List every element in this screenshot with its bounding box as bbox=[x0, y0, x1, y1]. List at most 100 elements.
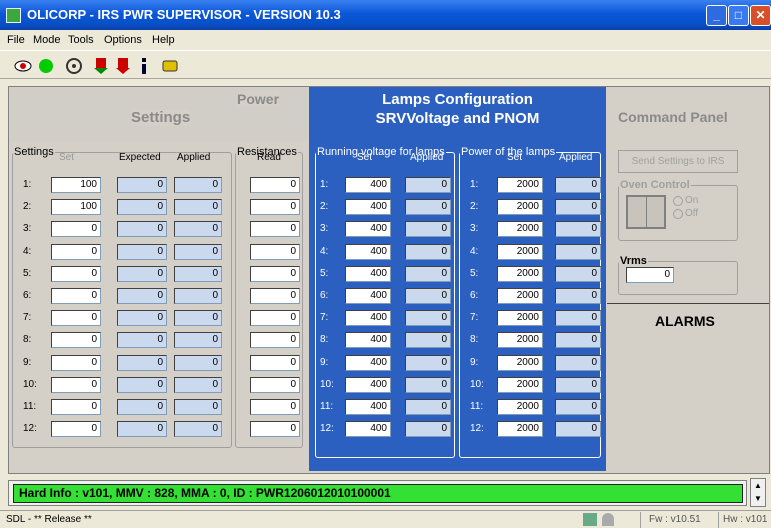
lock-icon bbox=[602, 513, 614, 526]
voltage-row-label: 5: bbox=[320, 267, 329, 279]
power-applied-value: 0 bbox=[555, 243, 601, 260]
voltage-row-label: 3: bbox=[320, 223, 329, 235]
menu-help[interactable]: Help bbox=[152, 34, 175, 46]
voltage-set-input[interactable]: 400 bbox=[345, 421, 391, 438]
row-label: 12: bbox=[23, 423, 37, 435]
read-value: 0 bbox=[250, 221, 300, 238]
power-set-input[interactable]: 2000 bbox=[497, 332, 543, 349]
voltage-set-input[interactable]: 400 bbox=[345, 177, 391, 193]
set-input[interactable]: 0 bbox=[51, 332, 101, 349]
power-set-input[interactable]: 2000 bbox=[497, 177, 543, 193]
voltage-applied-value: 0 bbox=[405, 288, 451, 304]
voltage-applied-value: 0 bbox=[405, 399, 451, 415]
read-value: 0 bbox=[250, 199, 300, 216]
refresh-icon[interactable] bbox=[64, 55, 85, 76]
voltage-set-input[interactable]: 400 bbox=[345, 354, 391, 371]
voltage-row-label: 4: bbox=[320, 245, 329, 257]
read-value: 0 bbox=[250, 243, 300, 260]
set-input[interactable]: 100 bbox=[51, 177, 101, 193]
voltage-set-input[interactable]: 400 bbox=[345, 221, 391, 238]
set-input[interactable]: 0 bbox=[51, 399, 101, 415]
set-input[interactable]: 0 bbox=[51, 376, 101, 393]
set-input[interactable]: 0 bbox=[51, 354, 101, 371]
power-set-input[interactable]: 2000 bbox=[497, 310, 543, 327]
power-applied-value: 0 bbox=[555, 376, 601, 393]
read-value: 0 bbox=[250, 288, 300, 304]
set-input[interactable]: 0 bbox=[51, 243, 101, 260]
applied-value: 0 bbox=[174, 243, 222, 260]
power-set-input[interactable]: 2000 bbox=[497, 199, 543, 216]
row-label: 1: bbox=[23, 179, 32, 190]
applied-value: 0 bbox=[174, 177, 222, 193]
expected-value: 0 bbox=[117, 199, 167, 216]
power-set-input[interactable]: 2000 bbox=[497, 288, 543, 304]
voltage-applied-value: 0 bbox=[405, 243, 451, 260]
set-input[interactable]: 0 bbox=[51, 310, 101, 327]
voltage-row-label: 11: bbox=[320, 401, 334, 412]
power-set-input[interactable]: 2000 bbox=[497, 376, 543, 393]
voltage-set-input[interactable]: 400 bbox=[345, 265, 391, 282]
set-input[interactable]: 0 bbox=[51, 221, 101, 238]
data-rows: 1: 100 0 0 0 1: 400 0 1: 2000 0 2: 100 0 0 0 2: 400 0 2: 200… bbox=[9, 87, 769, 473]
tools-icon[interactable] bbox=[160, 55, 181, 76]
power-row-label: 3: bbox=[470, 223, 479, 235]
power-set-input[interactable]: 2000 bbox=[497, 265, 543, 282]
maximize-button[interactable]: □ bbox=[728, 5, 749, 26]
voltage-set-input[interactable]: 400 bbox=[345, 199, 391, 216]
power-set-input[interactable]: 2000 bbox=[497, 243, 543, 260]
row-label: 5: bbox=[23, 267, 32, 279]
expected-value: 0 bbox=[117, 288, 167, 304]
power-set-input[interactable]: 2000 bbox=[497, 221, 543, 238]
set-input[interactable]: 0 bbox=[51, 421, 101, 438]
voltage-row-label: 12: bbox=[320, 423, 334, 435]
close-button[interactable]: ✕ bbox=[750, 5, 771, 26]
power-applied-value: 0 bbox=[555, 354, 601, 371]
applied-value: 0 bbox=[174, 310, 222, 327]
read-value: 0 bbox=[250, 265, 300, 282]
voltage-row-label: 2: bbox=[320, 201, 329, 213]
row-label: 10: bbox=[23, 378, 37, 390]
voltage-set-input[interactable]: 400 bbox=[345, 399, 391, 415]
scroll-spinner[interactable]: ▲ ▼ bbox=[750, 478, 766, 507]
voltage-applied-value: 0 bbox=[405, 354, 451, 371]
voltage-set-input[interactable]: 400 bbox=[345, 376, 391, 393]
app-icon bbox=[6, 8, 21, 23]
power-set-input[interactable]: 2000 bbox=[497, 421, 543, 438]
set-input[interactable]: 100 bbox=[51, 199, 101, 216]
power-row-label: 1: bbox=[470, 179, 479, 190]
minimize-button[interactable]: _ bbox=[706, 5, 727, 26]
connect-status-icon[interactable] bbox=[36, 55, 57, 76]
menu-file[interactable]: File bbox=[7, 34, 25, 46]
read-value: 0 bbox=[250, 376, 300, 393]
menu-tools[interactable]: Tools bbox=[68, 34, 94, 46]
applied-value: 0 bbox=[174, 399, 222, 415]
set-input[interactable]: 0 bbox=[51, 265, 101, 282]
info-icon[interactable] bbox=[134, 55, 155, 76]
eye-icon[interactable] bbox=[13, 55, 34, 76]
power-applied-value: 0 bbox=[555, 332, 601, 349]
expected-value: 0 bbox=[117, 354, 167, 371]
voltage-applied-value: 0 bbox=[405, 376, 451, 393]
power-applied-value: 0 bbox=[555, 265, 601, 282]
power-row-label: 5: bbox=[470, 267, 479, 279]
voltage-set-input[interactable]: 400 bbox=[345, 310, 391, 327]
expected-value: 0 bbox=[117, 332, 167, 349]
status-panel: Hard Info : v101, MMV : 828, MMA : 0, ID… bbox=[8, 480, 747, 506]
row-label: 6: bbox=[23, 290, 32, 301]
voltage-set-input[interactable]: 400 bbox=[345, 243, 391, 260]
voltage-set-input[interactable]: 400 bbox=[345, 332, 391, 349]
power-set-input[interactable]: 2000 bbox=[497, 354, 543, 371]
power-applied-value: 0 bbox=[555, 177, 601, 193]
power-row-label: 9: bbox=[470, 356, 479, 368]
voltage-set-input[interactable]: 400 bbox=[345, 288, 391, 304]
read-value: 0 bbox=[250, 310, 300, 327]
menu-options[interactable]: Options bbox=[104, 34, 142, 46]
power-applied-value: 0 bbox=[555, 288, 601, 304]
download-icon[interactable] bbox=[91, 55, 112, 76]
row-label: 2: bbox=[23, 201, 32, 213]
set-input[interactable]: 0 bbox=[51, 288, 101, 304]
power-set-input[interactable]: 2000 bbox=[497, 399, 543, 415]
power-applied-value: 0 bbox=[555, 199, 601, 216]
menu-mode[interactable]: Mode bbox=[33, 34, 61, 46]
upload-icon[interactable] bbox=[113, 55, 134, 76]
